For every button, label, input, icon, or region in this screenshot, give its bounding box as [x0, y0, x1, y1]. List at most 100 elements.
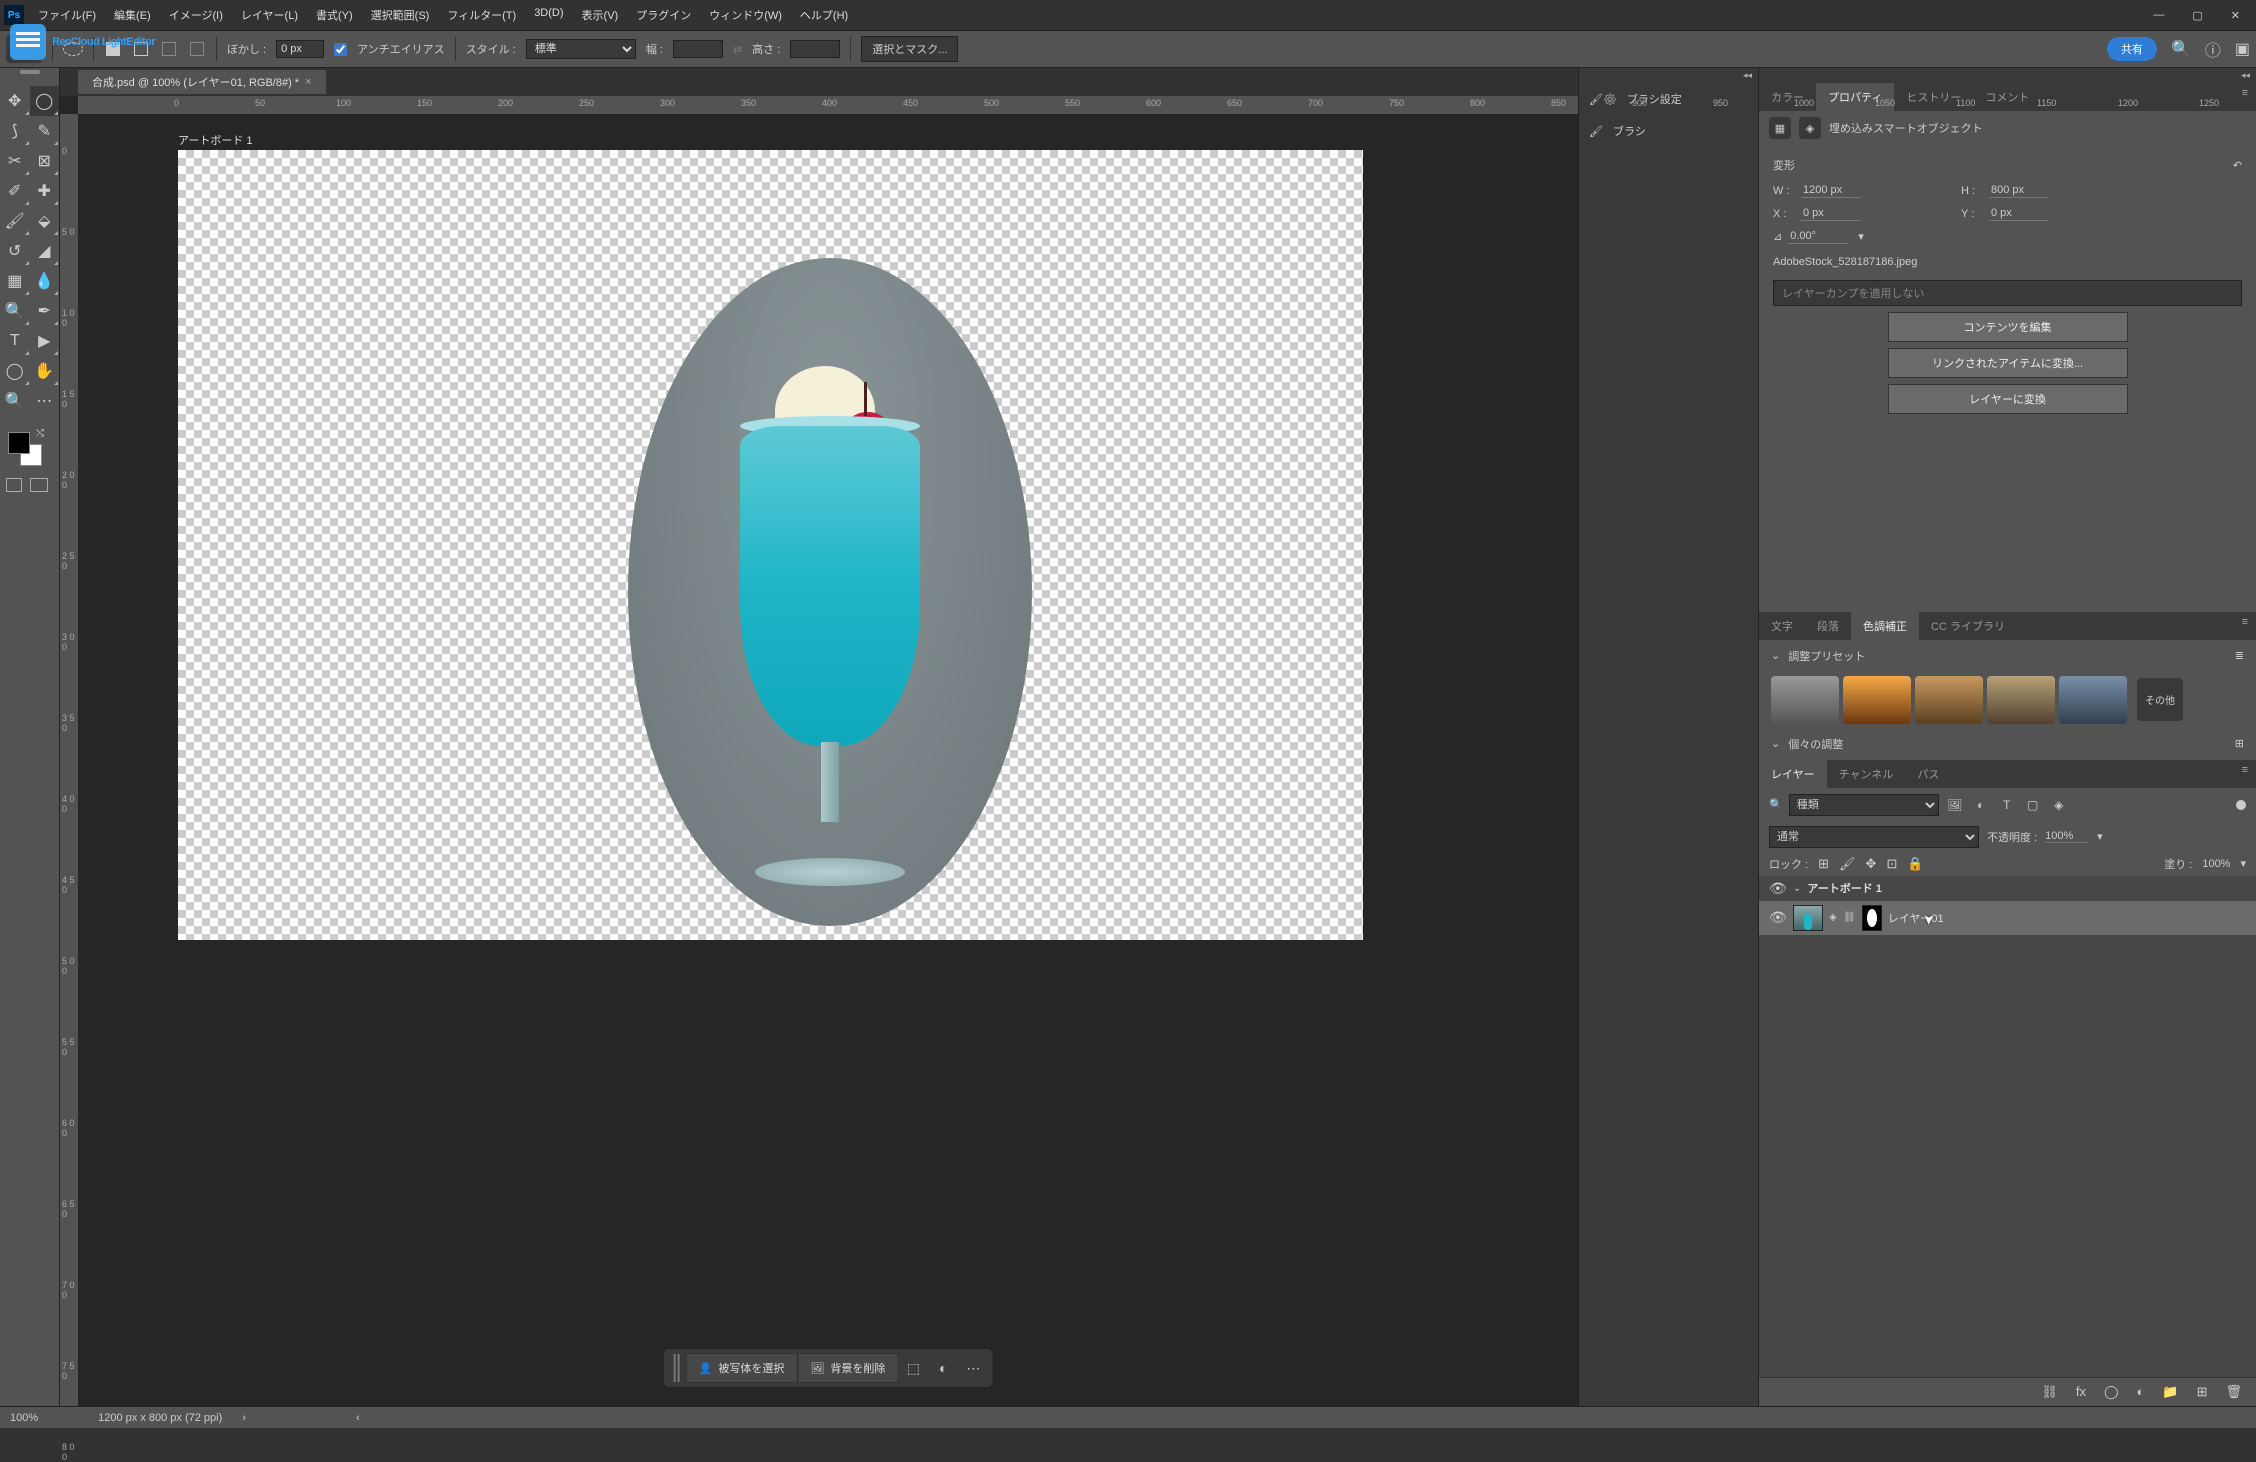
filter-shape-icon[interactable]: ▢: [2023, 796, 2043, 814]
subtract-selection-button[interactable]: [160, 40, 178, 58]
preset-thumbnail[interactable]: [1843, 676, 1911, 724]
select-subject-button[interactable]: 👤被写体を選択: [686, 1353, 798, 1383]
filter-type-icon[interactable]: T: [1997, 796, 2017, 814]
artboard-canvas[interactable]: [178, 150, 1363, 940]
opacity-value[interactable]: 100%: [2045, 830, 2089, 843]
workspace-icon[interactable]: ▣: [2235, 39, 2250, 59]
brush-settings-tab[interactable]: 🖌⚙ブラシ設定: [1579, 83, 1758, 115]
swap-colors-icon[interactable]: ⤭: [36, 428, 44, 439]
close-button[interactable]: ✕: [2231, 9, 2240, 22]
menu-select[interactable]: 選択範囲(S): [363, 3, 438, 27]
panel-menu-icon[interactable]: ≡: [2234, 83, 2256, 111]
lock-transparency-icon[interactable]: ⊞: [1818, 856, 1829, 872]
more-icon[interactable]: ⋯: [962, 1357, 984, 1379]
y-value[interactable]: 0 px: [1989, 206, 2049, 221]
stamp-tool[interactable]: ⬙: [30, 206, 60, 236]
type-tool[interactable]: T: [0, 326, 30, 356]
visibility-icon[interactable]: 👁: [1769, 909, 1787, 926]
foreground-color[interactable]: [8, 432, 30, 454]
drag-handle-icon[interactable]: [674, 1354, 680, 1382]
search-icon[interactable]: 🔍: [1769, 798, 1783, 811]
height-value[interactable]: 800 px: [1989, 183, 2049, 198]
eyedropper-tool[interactable]: ✐: [0, 176, 30, 206]
lock-all-icon[interactable]: 🔒: [1907, 856, 1923, 872]
zoom-level[interactable]: 100%: [10, 1412, 38, 1424]
preset-thumbnail[interactable]: [1987, 676, 2055, 724]
layer-mask-thumbnail[interactable]: [1862, 905, 1882, 931]
layer-name[interactable]: レイヤー01: [1888, 910, 1944, 926]
contextual-task-bar[interactable]: 👤被写体を選択 🖼背景を削除 ⬚ ◐ ⋯: [663, 1348, 994, 1388]
healing-tool[interactable]: ✚: [30, 176, 60, 206]
collapse-handle-icon[interactable]: ◂◂: [1579, 68, 1758, 83]
menu-view[interactable]: 表示(V): [574, 3, 627, 27]
tab-paths[interactable]: パス: [1905, 760, 1951, 788]
menu-filter[interactable]: フィルター(T): [439, 3, 524, 27]
reset-transform-icon[interactable]: ↶: [2233, 159, 2242, 172]
artboard-label[interactable]: アートボード 1: [178, 132, 253, 148]
eraser-tool[interactable]: ◢: [30, 236, 60, 266]
lock-image-icon[interactable]: 🖌: [1839, 856, 1856, 872]
zoom-tool[interactable]: 🔍: [0, 386, 30, 416]
adjust-icon[interactable]: ◐: [932, 1357, 954, 1379]
feather-input[interactable]: [276, 40, 324, 58]
fill-value[interactable]: 100%: [2202, 858, 2230, 870]
extra-tool[interactable]: ⋯: [30, 386, 60, 416]
chevron-down-icon[interactable]: ⌄: [1771, 649, 1780, 662]
status-caret-icon[interactable]: ‹: [356, 1412, 360, 1424]
layer-comp-select[interactable]: レイヤーカンプを適用しない: [1773, 280, 2242, 306]
x-value[interactable]: 0 px: [1801, 206, 1861, 221]
delete-layer-icon[interactable]: 🗑: [2225, 1384, 2242, 1400]
minimize-button[interactable]: —: [2153, 9, 2164, 22]
menu-image[interactable]: イメージ(I): [161, 3, 231, 27]
close-tab-icon[interactable]: ×: [305, 76, 311, 88]
help-icon[interactable]: ⓘ: [2205, 37, 2221, 61]
opacity-dropdown-icon[interactable]: ▾: [2097, 830, 2103, 843]
collapse-handle-icon[interactable]: ◂◂: [1759, 68, 2256, 83]
share-button[interactable]: 共有: [2107, 37, 2157, 61]
edit-contents-button[interactable]: コンテンツを編集: [1888, 312, 2128, 342]
select-and-mask-button[interactable]: 選択とマスク...: [861, 36, 958, 62]
status-chevron-icon[interactable]: ›: [242, 1412, 246, 1424]
hand-tool[interactable]: ✋: [30, 356, 60, 386]
quickmask-icon[interactable]: [6, 478, 22, 492]
filter-toggle-icon[interactable]: [2236, 800, 2246, 810]
remove-background-button[interactable]: 🖼背景を削除: [797, 1353, 898, 1383]
gradient-tool[interactable]: ▦: [0, 266, 30, 296]
filter-adjust-icon[interactable]: ◐: [1971, 796, 1991, 814]
width-value[interactable]: 1200 px: [1801, 183, 1861, 198]
preset-thumbnail[interactable]: [2059, 676, 2127, 724]
more-presets-button[interactable]: その他: [2137, 678, 2183, 721]
preset-thumbnail[interactable]: [1915, 676, 1983, 724]
lock-artboard-icon[interactable]: ⊡: [1886, 856, 1897, 872]
ruler-horizontal[interactable]: 0501001502002503003504004505005506006507…: [78, 96, 1578, 114]
antialias-checkbox[interactable]: [334, 43, 347, 56]
new-group-icon[interactable]: 📁: [2162, 1384, 2178, 1400]
menu-help[interactable]: ヘルプ(H): [792, 3, 856, 27]
search-icon[interactable]: 🔍: [2171, 39, 2191, 59]
dodge-tool[interactable]: 🔍: [0, 296, 30, 326]
menu-plugin[interactable]: プラグイン: [628, 3, 699, 27]
fill-dropdown-icon[interactable]: ▾: [2240, 857, 2246, 870]
add-mask-icon[interactable]: ◯: [2104, 1384, 2119, 1400]
marquee-tool[interactable]: ◯: [30, 86, 60, 116]
angle-value[interactable]: 0.00°: [1788, 229, 1848, 244]
blur-tool[interactable]: 💧: [30, 266, 60, 296]
menu-window[interactable]: ウィンドウ(W): [701, 3, 790, 27]
move-tool[interactable]: ✥: [0, 86, 30, 116]
brush-tool[interactable]: 🖌: [0, 206, 30, 236]
tab-channels[interactable]: チャンネル: [1827, 760, 1906, 788]
menu-type[interactable]: 書式(Y): [308, 3, 361, 27]
layer-row[interactable]: 👁 ◈ ⛓ レイヤー01: [1759, 901, 2256, 935]
lasso-tool[interactable]: ⟆: [0, 116, 30, 146]
artboard-layer-row[interactable]: 👁 ⌄ アートボード 1: [1759, 876, 2256, 901]
panel-menu-icon[interactable]: ≡: [2234, 760, 2256, 788]
history-brush-tool[interactable]: ↺: [0, 236, 30, 266]
style-select[interactable]: 標準: [526, 39, 636, 59]
link-layers-icon[interactable]: ⛓: [2041, 1384, 2058, 1400]
document-tab[interactable]: 合成.psd @ 100% (レイヤー01, RGB/8#) * ×: [78, 70, 326, 94]
layer-fx-icon[interactable]: fx: [2076, 1384, 2086, 1400]
tab-comment[interactable]: コメント: [1973, 83, 2041, 111]
quick-select-tool[interactable]: ✎: [30, 116, 60, 146]
ruler-vertical[interactable]: 05 01 0 01 5 02 0 02 5 03 0 03 5 04 0 04…: [60, 114, 78, 1406]
convert-linked-button[interactable]: リンクされたアイテムに変換...: [1888, 348, 2128, 378]
